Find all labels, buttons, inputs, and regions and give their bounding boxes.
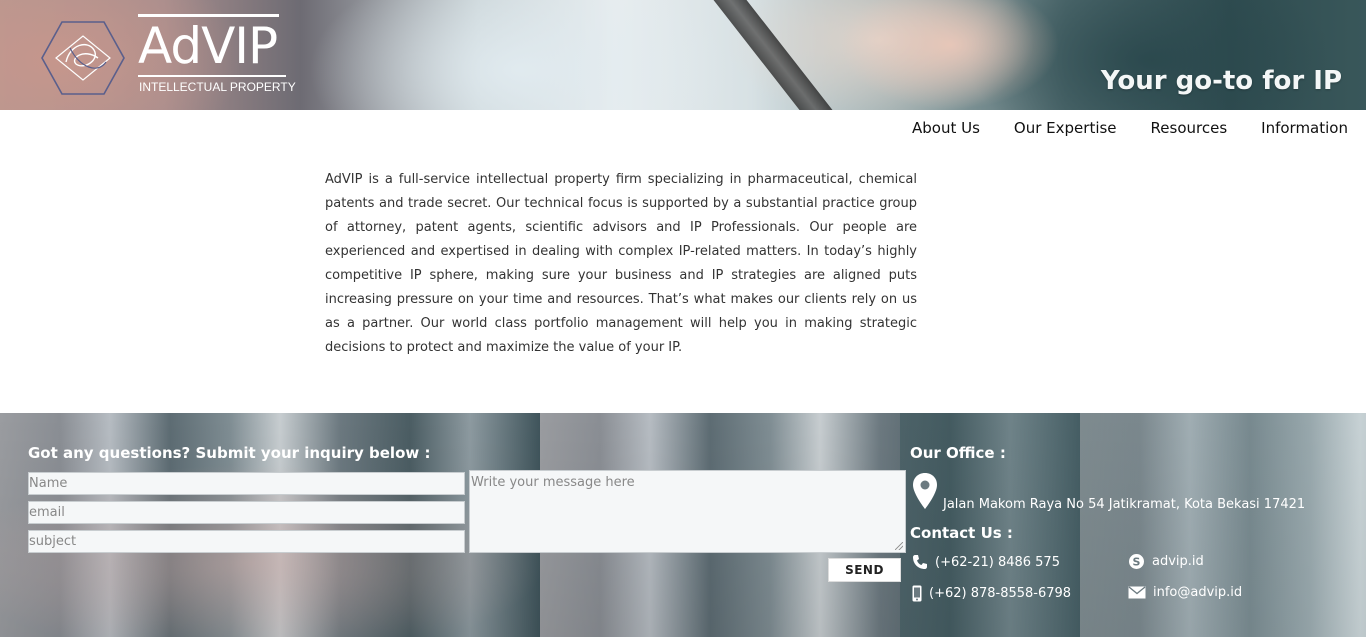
nav-resources[interactable]: Resources xyxy=(1151,119,1228,137)
contact-mobile: (+62) 878-8558-6798 xyxy=(912,585,1071,602)
logo[interactable]: AdVIP INTELLECTUAL PROPERTY xyxy=(36,12,296,100)
logo-name: AdVIP xyxy=(138,14,280,75)
logo-rule xyxy=(138,75,286,77)
mobile-icon xyxy=(912,585,922,602)
svg-text:S: S xyxy=(1133,556,1141,569)
contact-skype: S advip.id xyxy=(1128,553,1204,570)
mail-icon xyxy=(1128,586,1146,599)
nav-information[interactable]: Information xyxy=(1261,119,1348,137)
nav-our-expertise[interactable]: Our Expertise xyxy=(1014,119,1117,137)
email-input[interactable]: email xyxy=(28,501,465,524)
map-pin-icon xyxy=(913,473,937,509)
hero-banner: AdVIP INTELLECTUAL PROPERTY Your go-to f… xyxy=(0,0,1366,110)
office-title: Our Office : xyxy=(910,444,1006,462)
logo-subtitle: INTELLECTUAL PROPERTY xyxy=(139,80,296,94)
subject-input[interactable]: subject xyxy=(28,530,465,553)
skype-id[interactable]: advip.id xyxy=(1152,554,1204,569)
email-address[interactable]: info@advip.id xyxy=(1153,585,1242,600)
phone-icon xyxy=(913,555,927,569)
mobile-number[interactable]: (+62) 878-8558-6798 xyxy=(929,586,1071,601)
main-nav: About Us Our Expertise Resources Informa… xyxy=(878,119,1348,137)
contact-phone: (+62-21) 8486 575 xyxy=(912,554,1060,570)
inquiry-title: Got any questions? Submit your inquiry b… xyxy=(28,444,431,462)
name-input[interactable]: Name xyxy=(28,472,465,495)
tagline: Your go-to for IP xyxy=(1100,66,1342,96)
nav-about-us[interactable]: About Us xyxy=(912,119,980,137)
contact-title: Contact Us : xyxy=(910,524,1013,542)
logo-mark-icon xyxy=(41,21,125,95)
message-textarea[interactable]: Write your message here xyxy=(469,470,906,553)
resize-handle-icon[interactable] xyxy=(895,542,903,550)
send-button[interactable]: SEND xyxy=(828,558,901,582)
skype-icon: S xyxy=(1129,554,1144,569)
footer: Got any questions? Submit your inquiry b… xyxy=(0,413,1366,637)
phone-number[interactable]: (+62-21) 8486 575 xyxy=(935,555,1060,570)
contact-email: info@advip.id xyxy=(1128,585,1242,600)
hero-background-pen xyxy=(704,0,842,110)
hero-background-hand xyxy=(840,0,1060,110)
intro-paragraph: AdVIP is a full-service intellectual pro… xyxy=(325,172,917,355)
office-address: Jalan Makom Raya No 54 Jatikramat, Kota … xyxy=(943,497,1306,512)
message-placeholder: Write your message here xyxy=(471,475,635,490)
